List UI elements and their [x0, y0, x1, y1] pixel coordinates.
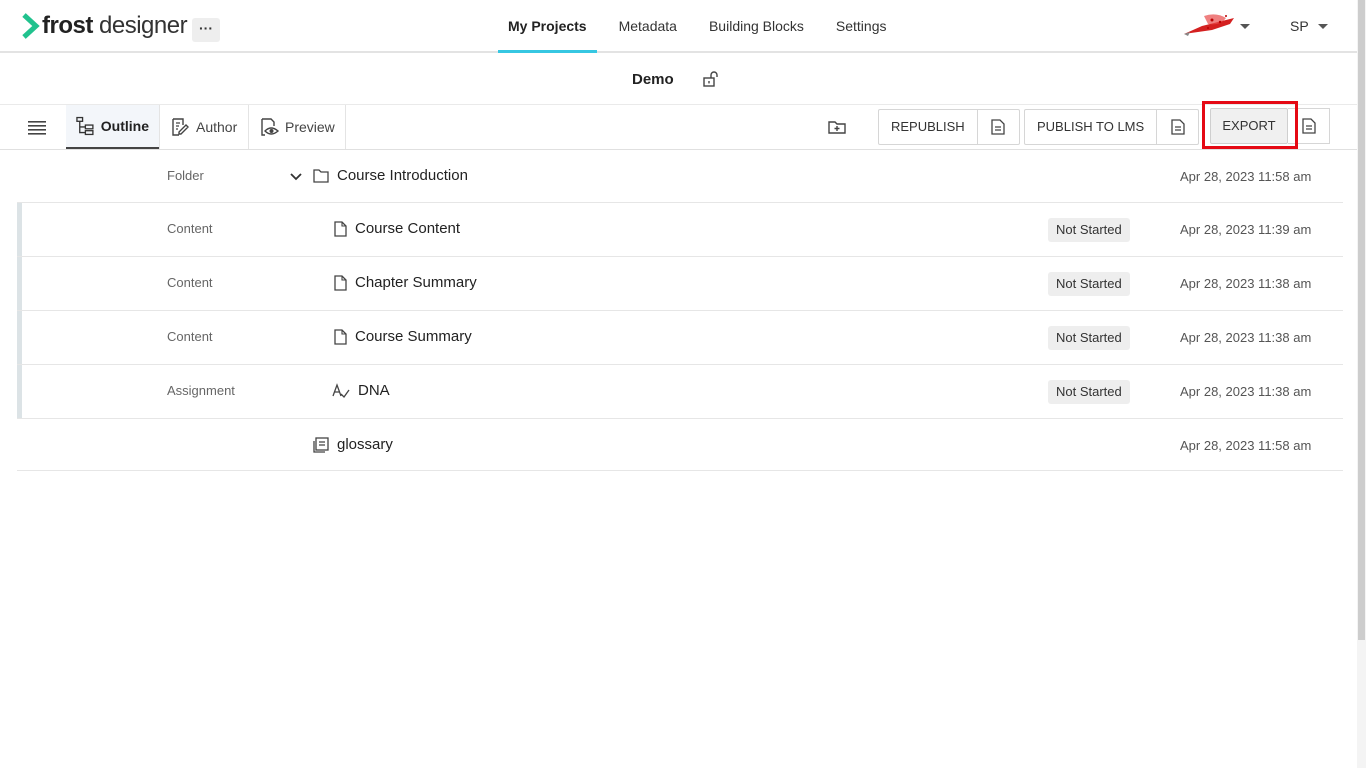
nav-settings[interactable]: Settings	[826, 0, 897, 53]
hamburger-menu-icon[interactable]	[28, 119, 46, 135]
preview-eye-icon	[261, 118, 279, 136]
item-title-row: Course Content	[334, 220, 460, 237]
row-indicator-bar	[17, 257, 22, 310]
more-options-button[interactable]: ···	[192, 18, 220, 42]
list-item[interactable]: Content Course Summary Not Started Apr 2…	[17, 311, 1343, 365]
row-indicator-bar	[17, 311, 22, 364]
document-icon	[1301, 118, 1316, 134]
tab-author[interactable]: Author	[160, 105, 248, 149]
item-date: Apr 28, 2023 11:58 am	[1180, 438, 1312, 453]
document-icon	[991, 119, 1005, 135]
item-date: Apr 28, 2023 11:38 am	[1180, 384, 1312, 399]
nav-metadata[interactable]: Metadata	[609, 0, 687, 53]
item-type: Content	[167, 275, 213, 290]
export-highlight-box	[1202, 101, 1298, 149]
item-title-row: DNA	[332, 382, 390, 399]
list-item[interactable]: Folder Course Introduction Apr 28, 2023 …	[17, 150, 1343, 203]
status-badge: Not Started	[1048, 218, 1130, 242]
item-title: DNA	[358, 382, 390, 399]
item-date: Apr 28, 2023 11:39 am	[1180, 222, 1312, 237]
item-title: Chapter Summary	[355, 274, 477, 291]
list-item[interactable]: Assignment DNA Not Started Apr 28, 2023 …	[17, 365, 1343, 419]
frost-designer-logo[interactable]: frost designer	[22, 12, 188, 40]
list-item[interactable]: Content Chapter Summary Not Started Apr …	[17, 257, 1343, 311]
folder-icon	[313, 168, 329, 183]
publish-to-lms-button[interactable]: PUBLISH TO LMS	[1025, 110, 1156, 144]
publish-lms-report-button[interactable]	[1156, 110, 1198, 144]
project-title: Demo	[632, 71, 674, 88]
document-icon	[334, 328, 347, 345]
republish-button-group: REPUBLISH	[878, 109, 1020, 145]
row-indicator-bar	[17, 203, 22, 256]
logo-chevron-icon	[22, 13, 40, 39]
scrollbar-thumb[interactable]	[1358, 0, 1365, 640]
row-indicator-bar	[17, 365, 22, 418]
chevron-down-icon[interactable]	[290, 172, 302, 182]
brand-name: frost designer	[42, 12, 188, 40]
item-title: Course Introduction	[337, 167, 468, 184]
publish-lms-button-group: PUBLISH TO LMS	[1024, 109, 1200, 145]
item-title-row: Course Introduction	[313, 167, 468, 184]
tab-outline-label: Outline	[100, 118, 149, 134]
item-title-row: glossary	[313, 436, 393, 453]
list-item[interactable]: Content Course Content Not Started Apr 2…	[17, 203, 1343, 257]
nav-my-projects[interactable]: My Projects	[498, 0, 597, 53]
republish-report-button[interactable]	[976, 110, 1019, 144]
item-date: Apr 28, 2023 11:38 am	[1180, 276, 1312, 291]
item-type: Assignment	[167, 383, 235, 398]
chevron-down-icon	[1318, 24, 1329, 29]
item-title: glossary	[337, 436, 393, 453]
item-type: Folder	[167, 168, 204, 183]
editor-toolbar: Outline Author Preview REPUBLISH PUBLISH…	[0, 105, 1357, 150]
user-initials: SP	[1290, 18, 1309, 34]
status-badge: Not Started	[1048, 326, 1130, 350]
tab-author-label: Author	[196, 119, 238, 135]
organization-logo-dropdown[interactable]	[1182, 12, 1252, 40]
item-type: Content	[167, 221, 213, 236]
item-date: Apr 28, 2023 11:58 am	[1180, 169, 1312, 184]
assignment-icon	[332, 382, 350, 398]
main-nav: My Projects Metadata Building Blocks Set…	[498, 0, 909, 53]
list-item[interactable]: glossary Apr 28, 2023 11:58 am	[17, 419, 1343, 471]
tab-preview-label: Preview	[285, 119, 335, 135]
status-badge: Not Started	[1048, 380, 1130, 404]
nav-building-blocks[interactable]: Building Blocks	[699, 0, 814, 53]
brand-bold: frost	[42, 12, 93, 39]
top-navigation: frost designer ··· My Projects Metadata …	[0, 0, 1357, 53]
user-menu[interactable]: SP	[1290, 18, 1329, 34]
status-badge: Not Started	[1048, 272, 1130, 296]
document-icon	[334, 274, 347, 291]
author-edit-icon	[172, 118, 189, 136]
chevron-down-icon	[1240, 24, 1250, 29]
tab-preview[interactable]: Preview	[249, 105, 345, 149]
item-type: Content	[167, 329, 213, 344]
unlock-icon[interactable]	[701, 70, 719, 88]
item-title: Course Summary	[355, 328, 472, 345]
outline-tree-icon	[76, 116, 94, 136]
glossary-icon	[313, 436, 329, 453]
item-title-row: Chapter Summary	[334, 274, 477, 291]
brand-light: designer	[92, 12, 188, 39]
document-icon	[1171, 119, 1185, 135]
document-icon	[334, 220, 347, 237]
tab-outline[interactable]: Outline	[66, 105, 159, 149]
item-title-row: Course Summary	[334, 328, 472, 345]
republish-button[interactable]: REPUBLISH	[879, 110, 977, 144]
add-folder-icon[interactable]	[828, 119, 846, 135]
outline-list: Folder Course Introduction Apr 28, 2023 …	[17, 150, 1343, 471]
tab-divider	[345, 105, 346, 149]
project-title-bar: Demo	[0, 53, 1357, 105]
item-title: Course Content	[355, 220, 461, 237]
organization-logo-icon	[1184, 14, 1234, 36]
item-date: Apr 28, 2023 11:38 am	[1180, 330, 1312, 345]
